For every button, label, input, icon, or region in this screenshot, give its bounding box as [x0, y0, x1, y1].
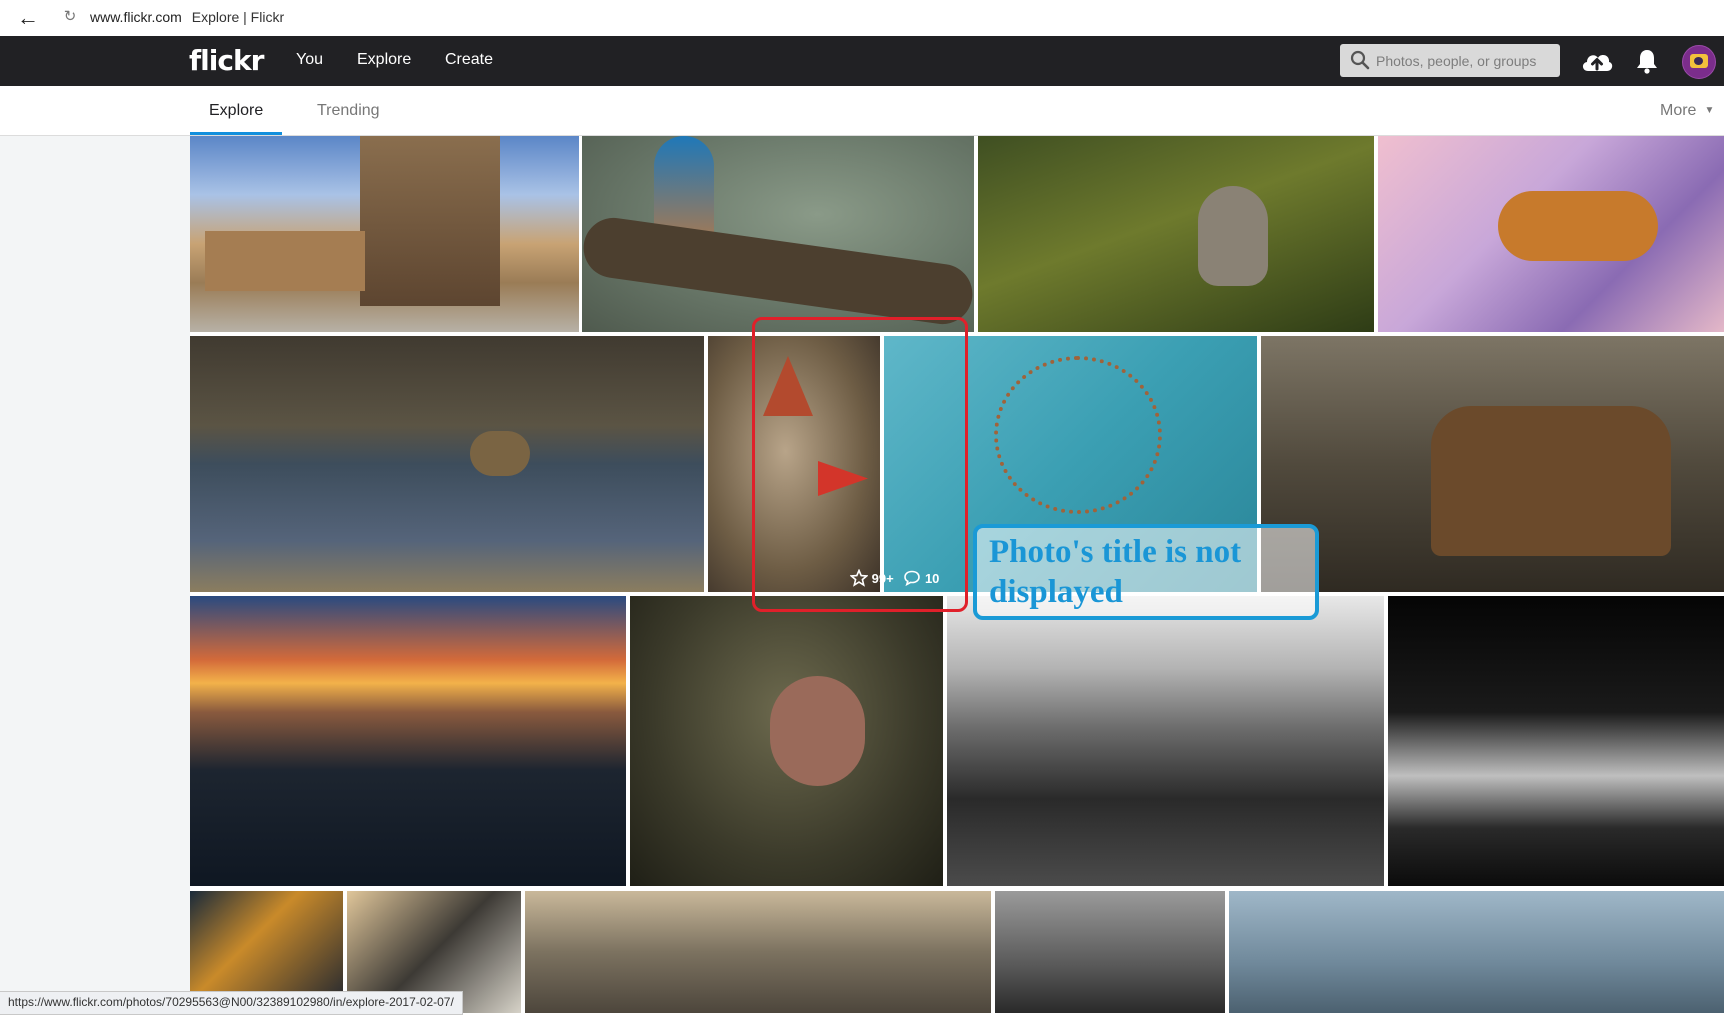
more-menu[interactable]: More ▼	[1660, 102, 1714, 120]
search-icon	[1350, 50, 1370, 70]
photo-tile[interactable]	[995, 891, 1225, 1013]
reload-icon[interactable]: ↻	[62, 9, 78, 25]
photo-tile[interactable]	[630, 596, 943, 886]
page-title-text: Explore | Flickr	[191, 9, 285, 25]
annotation-callout: Photo's title is not displayed	[973, 524, 1319, 620]
left-margin	[0, 136, 190, 1013]
nav-explore[interactable]: Explore	[357, 51, 411, 69]
nav-create[interactable]: Create	[445, 51, 493, 69]
tab-explore[interactable]: Explore	[209, 102, 263, 120]
tab-trending[interactable]: Trending	[317, 102, 380, 120]
photo-branch	[582, 214, 974, 328]
address-field[interactable]: www.flickr.com Explore | Flickr	[90, 9, 284, 25]
photo-tile[interactable]	[947, 596, 1384, 886]
photo-cat	[1498, 191, 1658, 261]
explore-subnav: Explore Trending More ▼	[0, 86, 1724, 136]
url-text: www.flickr.com	[90, 9, 182, 25]
nav-you[interactable]: You	[296, 51, 323, 69]
photo-tile[interactable]	[1229, 891, 1724, 1013]
photo-tile[interactable]	[190, 596, 626, 886]
chevron-down-icon: ▼	[1704, 105, 1715, 116]
annotation-text: Photo's title is not displayed	[989, 534, 1242, 610]
photo-tile[interactable]	[1388, 596, 1724, 886]
photo-tile[interactable]	[1261, 336, 1724, 592]
photo-building	[360, 136, 500, 306]
bell-icon[interactable]	[1635, 48, 1659, 74]
search-placeholder: Photos, people, or groups	[1376, 53, 1537, 69]
photo-heron	[470, 431, 530, 476]
status-bar-link: https://www.flickr.com/photos/70295563@N…	[0, 991, 463, 1015]
flickr-logo[interactable]: flickr	[189, 44, 264, 77]
cloud-upload-icon[interactable]	[1580, 47, 1614, 75]
highlight-frame	[752, 317, 968, 612]
search-box[interactable]: Photos, people, or groups	[1340, 44, 1560, 77]
site-header: flickr You Explore Create Photos, people…	[0, 36, 1724, 86]
photo-rosary	[994, 356, 1162, 514]
photo-pigeon	[770, 676, 865, 786]
photo-tile[interactable]	[582, 136, 974, 332]
photo-tile[interactable]	[525, 891, 991, 1013]
avatar[interactable]	[1682, 45, 1716, 79]
more-label: More	[1660, 102, 1697, 119]
photo-tile[interactable]	[1378, 136, 1724, 332]
photo-squirrel	[1198, 186, 1268, 286]
photo-old-car	[1431, 406, 1671, 556]
photo-tile[interactable]	[190, 136, 579, 332]
browser-address-bar: ← ↻ www.flickr.com Explore | Flickr	[0, 0, 1724, 37]
active-tab-indicator	[190, 132, 282, 135]
back-arrow-icon[interactable]: ←	[14, 6, 42, 30]
photo-tile[interactable]	[190, 336, 704, 592]
avatar-lens	[1694, 57, 1703, 65]
photo-tile[interactable]	[978, 136, 1374, 332]
photo-building-left	[205, 231, 365, 291]
